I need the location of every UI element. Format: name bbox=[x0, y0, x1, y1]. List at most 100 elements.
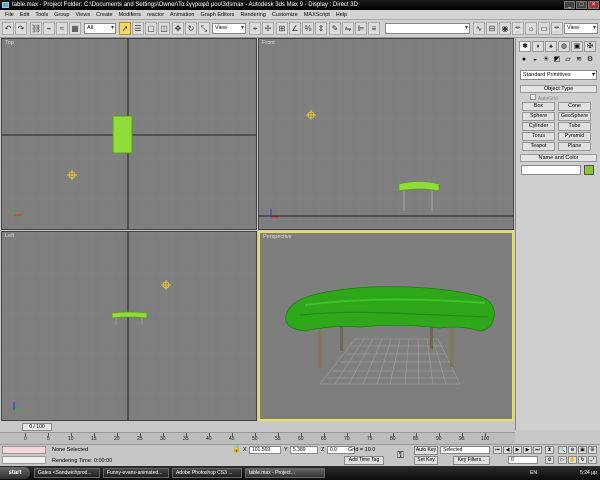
goto-end-icon[interactable]: ⏭ bbox=[533, 446, 542, 454]
cone-button[interactable]: Cone bbox=[558, 102, 591, 111]
minimize-button[interactable]: _ bbox=[564, 1, 575, 9]
spacewarps-icon[interactable]: ≋ bbox=[574, 55, 584, 65]
maxscript-listener-input[interactable] bbox=[2, 456, 46, 464]
mirror-icon[interactable]: ⇋ bbox=[342, 22, 354, 35]
undo-icon[interactable]: ↶ bbox=[2, 22, 14, 35]
taskbar-item-3dsmax[interactable]: table.max - Project... bbox=[245, 468, 325, 478]
current-frame-field[interactable]: 0 bbox=[508, 456, 538, 464]
pyramid-button[interactable]: Pyramid bbox=[558, 132, 591, 141]
bind-space-warp-icon[interactable]: ≈ bbox=[56, 22, 68, 35]
selection-filter-dropdown[interactable]: All bbox=[84, 23, 116, 34]
tablecloth-top-view[interactable] bbox=[112, 115, 133, 154]
object-color-swatch[interactable] bbox=[584, 165, 594, 175]
taskbar-item-photoshop[interactable]: Adobe Photoshop CS3 ... bbox=[172, 468, 242, 478]
teapot-button[interactable]: Teapot bbox=[522, 142, 555, 151]
layer-manager-icon[interactable]: ≡ bbox=[368, 22, 380, 35]
menu-create[interactable]: Create bbox=[93, 10, 116, 20]
selection-filter-icon[interactable]: ▦ bbox=[69, 22, 81, 35]
menu-views[interactable]: Views bbox=[73, 10, 94, 20]
object-type-rollout[interactable]: Object Type bbox=[520, 85, 597, 93]
render-type-icon[interactable]: ▭ bbox=[538, 22, 550, 35]
menu-customize[interactable]: Customize bbox=[269, 10, 301, 20]
utilities-tab-icon[interactable]: ✠ bbox=[584, 41, 596, 52]
material-editor-icon[interactable]: ◉ bbox=[499, 22, 511, 35]
menu-rendering[interactable]: Rendering bbox=[237, 10, 268, 20]
menu-modifiers[interactable]: Modifiers bbox=[116, 10, 144, 20]
time-slider-thumb[interactable]: 0 / 100 bbox=[22, 423, 52, 431]
object-name-field[interactable] bbox=[521, 165, 581, 175]
menu-reactor[interactable]: reactor bbox=[144, 10, 167, 20]
render-last-icon[interactable]: ☕ bbox=[551, 22, 563, 35]
named-selection-icon[interactable]: ✎ bbox=[329, 22, 341, 35]
goto-start-icon[interactable]: ⏮ bbox=[493, 446, 502, 454]
select-manipulate-icon[interactable]: ✢ bbox=[262, 22, 274, 35]
rectangular-selection-icon[interactable]: ▢ bbox=[145, 22, 157, 35]
viewport-top[interactable]: Top bbox=[1, 38, 257, 230]
next-frame-icon[interactable]: ▶ bbox=[523, 446, 532, 454]
motion-tab-icon[interactable]: ◍ bbox=[558, 41, 570, 52]
key-mode-toggle-icon[interactable]: ⧗ bbox=[545, 446, 554, 454]
orbit-icon[interactable]: ↻ bbox=[578, 456, 587, 464]
hierarchy-tab-icon[interactable]: ⚹ bbox=[545, 41, 557, 52]
language-indicator[interactable]: EN bbox=[530, 468, 537, 478]
align-icon[interactable]: ⊫ bbox=[355, 22, 367, 35]
display-tab-icon[interactable]: ▣ bbox=[571, 41, 583, 52]
menu-maxscript[interactable]: MAXScript bbox=[301, 10, 333, 20]
shapes-icon[interactable]: ◒ bbox=[530, 55, 540, 65]
snaps-toggle-icon[interactable]: ⊞ bbox=[276, 22, 288, 35]
tablecloth-left-view[interactable] bbox=[111, 311, 148, 319]
x-coordinate-field[interactable]: 101.569 bbox=[249, 446, 281, 454]
menu-help[interactable]: Help bbox=[333, 10, 350, 20]
modify-tab-icon[interactable]: ◗ bbox=[532, 41, 544, 52]
name-and-color-rollout[interactable]: Name and Color bbox=[520, 154, 597, 162]
play-icon[interactable]: ▶ bbox=[513, 446, 522, 454]
viewport-front[interactable]: Front bbox=[258, 38, 514, 230]
redo-icon[interactable]: ↷ bbox=[15, 22, 27, 35]
menu-animation[interactable]: Animation bbox=[167, 10, 197, 20]
previous-frame-icon[interactable]: ◀ bbox=[503, 446, 512, 454]
zoom-all-icon[interactable]: ⊕ bbox=[568, 446, 577, 454]
add-time-tag-button[interactable]: Add Time Tag bbox=[344, 456, 384, 465]
primitive-category-dropdown[interactable]: Standard Primitives bbox=[520, 70, 597, 80]
select-object-icon[interactable]: ➚ bbox=[119, 22, 131, 35]
angle-snap-icon[interactable]: ∠ bbox=[289, 22, 301, 35]
viewport-perspective[interactable]: Perspective bbox=[258, 231, 514, 421]
geometry-icon[interactable]: ● bbox=[519, 55, 529, 65]
set-key-icon[interactable]: ⚿ bbox=[397, 450, 409, 460]
zoom-icon[interactable]: 🔍 bbox=[558, 446, 567, 454]
maxscript-listener-mini[interactable] bbox=[2, 446, 46, 454]
cylinder-button[interactable]: Cylinder bbox=[522, 122, 555, 131]
time-slider[interactable]: 0 / 100 bbox=[0, 422, 515, 432]
close-button[interactable]: × bbox=[588, 1, 599, 9]
select-move-icon[interactable]: ✥ bbox=[172, 22, 184, 35]
key-filters-button[interactable]: Key Filters... bbox=[453, 456, 490, 465]
viewport-label-top[interactable]: Top bbox=[5, 40, 14, 46]
menu-edit[interactable]: Edit bbox=[17, 10, 32, 20]
create-tab-icon[interactable]: ✱ bbox=[519, 41, 531, 52]
box-button[interactable]: Box bbox=[522, 102, 555, 111]
set-key-button[interactable]: Set Key bbox=[414, 456, 438, 465]
field-of-view-icon[interactable]: ▷ bbox=[558, 456, 567, 464]
lights-icon[interactable]: ☀ bbox=[541, 55, 551, 65]
zoom-extents-icon[interactable]: ▣ bbox=[578, 446, 587, 454]
schematic-view-icon[interactable]: ⊟ bbox=[486, 22, 498, 35]
y-coordinate-field[interactable]: 5.389 bbox=[290, 446, 318, 454]
torus-button[interactable]: Torus bbox=[522, 132, 555, 141]
menu-group[interactable]: Group bbox=[51, 10, 72, 20]
track-bar[interactable]: 0 5 10 15 20 25 30 35 40 45 50 55 60 65 … bbox=[0, 432, 515, 444]
percent-snap-icon[interactable]: % bbox=[302, 22, 314, 35]
quick-render-icon[interactable]: ☼ bbox=[525, 22, 537, 35]
helpers-icon[interactable]: ▱ bbox=[563, 55, 573, 65]
maximize-button[interactable]: □ bbox=[576, 1, 587, 9]
spinner-snap-icon[interactable]: ⇕ bbox=[315, 22, 327, 35]
named-selection-sets-dropdown[interactable] bbox=[385, 23, 470, 34]
sphere-button[interactable]: Sphere bbox=[522, 112, 555, 121]
auto-key-button[interactable]: Auto Key bbox=[414, 446, 438, 455]
viewport-label-left[interactable]: Left bbox=[5, 233, 14, 239]
viewport-left[interactable]: Left bbox=[1, 231, 257, 421]
select-rotate-icon[interactable]: ↻ bbox=[185, 22, 197, 35]
render-view-dropdown[interactable]: View bbox=[564, 23, 598, 34]
pan-icon[interactable]: ✋ bbox=[568, 456, 577, 464]
key-mode-dropdown[interactable]: Selected bbox=[440, 446, 490, 454]
taskbar-item-email[interactable]: Gates <Sandwichprod... bbox=[34, 468, 100, 478]
